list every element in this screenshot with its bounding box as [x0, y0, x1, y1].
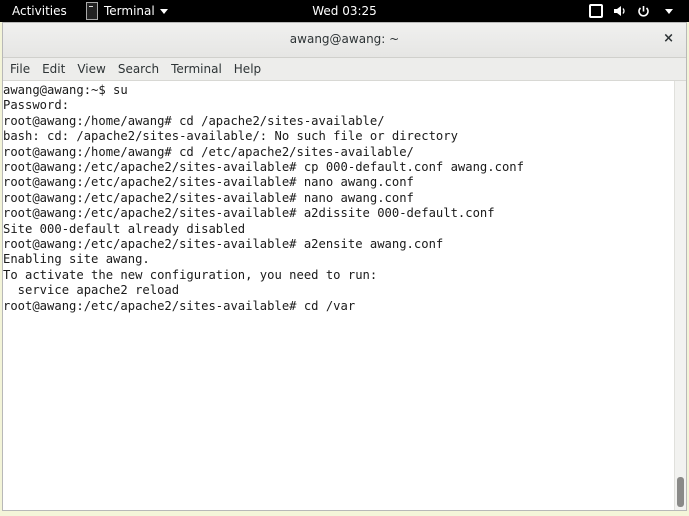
- terminal-line: root@awang:/etc/apache2/sites-available#…: [3, 298, 356, 313]
- terminal-line: Password:: [3, 98, 70, 113]
- power-icon[interactable]: [637, 5, 650, 18]
- terminal-line: service apache2 reload: [3, 283, 180, 298]
- menu-bar: File Edit View Search Terminal Help: [3, 58, 686, 81]
- terminal-line: root@awang:/etc/apache2/sites-available#…: [3, 190, 414, 205]
- menu-search[interactable]: Search: [112, 62, 165, 76]
- terminal-line: awang@awang:~$ su: [3, 83, 128, 97]
- window-overview-icon[interactable]: [589, 4, 603, 18]
- close-icon[interactable]: ×: [663, 31, 674, 46]
- terminal-window: awang@awang: ~ × File Edit View Search T…: [2, 22, 687, 511]
- clock[interactable]: Wed 03:25: [0, 4, 689, 18]
- terminal-output[interactable]: awang@awang:~$ su Password: root@awang:/…: [3, 81, 675, 510]
- menu-help[interactable]: Help: [228, 62, 267, 76]
- terminal-scrollbar[interactable]: [674, 81, 686, 510]
- terminal-line: root@awang:/etc/apache2/sites-available#…: [3, 206, 495, 221]
- volume-icon[interactable]: [613, 5, 627, 17]
- terminal-line: Enabling site awang.: [3, 252, 150, 267]
- menu-view[interactable]: View: [71, 62, 111, 76]
- window-titlebar[interactable]: awang@awang: ~ ×: [3, 23, 686, 58]
- terminal-line: Site 000-default already disabled: [3, 221, 246, 236]
- menu-terminal[interactable]: Terminal: [165, 62, 228, 76]
- desktop-background: [0, 511, 689, 516]
- terminal-line: root@awang:/home/awang# cd /etc/apache2/…: [3, 144, 414, 159]
- terminal-text[interactable]: awang@awang:~$ su Password: root@awang:/…: [3, 81, 675, 314]
- terminal-line: root@awang:/etc/apache2/sites-available#…: [3, 160, 524, 175]
- terminal-line: root@awang:/etc/apache2/sites-available#…: [3, 237, 444, 252]
- chevron-down-icon[interactable]: [665, 8, 673, 14]
- terminal-line: bash: cd: /apache2/sites-available/: No …: [3, 129, 458, 144]
- window-title: awang@awang: ~: [289, 32, 400, 46]
- terminal-line: To activate the new configuration, you n…: [3, 267, 378, 282]
- system-tray[interactable]: [589, 2, 673, 20]
- terminal-line: root@awang:/etc/apache2/sites-available#…: [3, 175, 414, 190]
- scrollbar-thumb[interactable]: [677, 477, 684, 507]
- menu-file[interactable]: File: [4, 62, 36, 76]
- menu-edit[interactable]: Edit: [36, 62, 71, 76]
- top-panel: Activities Terminal Wed 03:25: [0, 0, 689, 22]
- terminal-line: root@awang:/home/awang# cd /apache2/site…: [3, 113, 385, 128]
